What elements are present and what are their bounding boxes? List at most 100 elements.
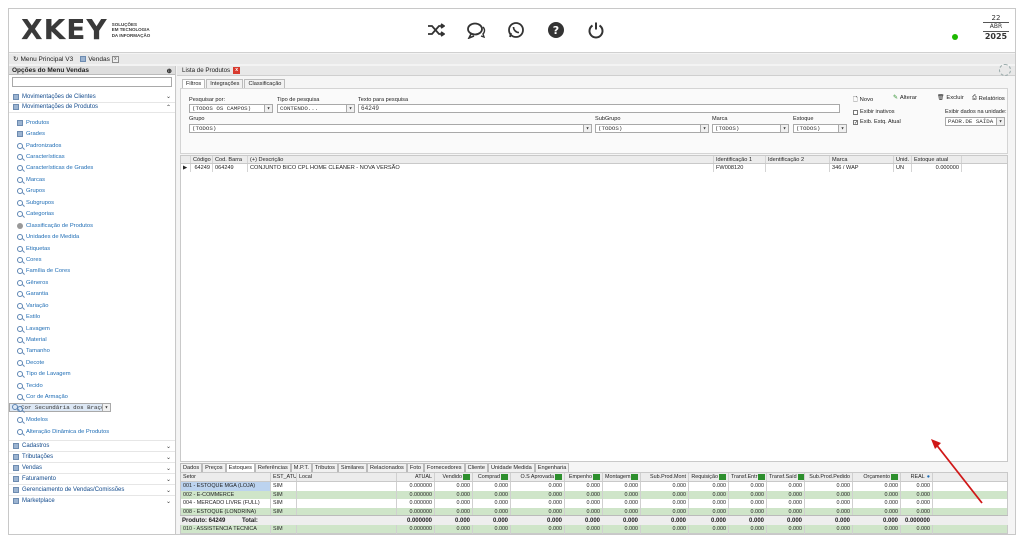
detail-tab[interactable]: Cliente [464, 463, 488, 472]
relatorios-button[interactable]: ⎙ Relatórios [972, 95, 1005, 102]
column-header[interactable]: Empenho [565, 473, 603, 481]
sidebar-item[interactable]: Material [9, 334, 175, 345]
pin-icon[interactable]: ⊕ [167, 67, 172, 75]
exib-estq-atual-checkbox[interactable]: ✓ Exib. Estq. Atual [853, 119, 901, 125]
tab-menu-principal[interactable]: ↻ Menu Principal V3 [11, 55, 75, 64]
sidebar-item[interactable]: Tamanho [9, 346, 175, 357]
detail-tab[interactable]: Referências [254, 463, 291, 472]
column-header[interactable]: Cod. Barra [213, 156, 248, 163]
sidebar-item[interactable]: Produtos [9, 117, 175, 128]
column-header[interactable]: Sub.Prod.Pedido [805, 473, 853, 481]
tab-lista-produtos[interactable]: Lista de Produtos x [177, 66, 1015, 76]
detail-tab[interactable]: Dados [180, 463, 203, 472]
novo-button[interactable]: 🗋 Novo [853, 95, 873, 105]
sidebar-item[interactable]: Garantia [9, 289, 175, 300]
column-header[interactable]: Orçamento [853, 473, 901, 481]
table-row[interactable]: 011 - ESTOQUE CIANORTESIM0.0000000.0000.… [181, 533, 1007, 534]
sidebar-item[interactable]: Categorias [9, 209, 175, 220]
tab-integracoes[interactable]: Integrações [206, 79, 244, 88]
tab-vendas[interactable]: Vendas x [78, 55, 121, 63]
sidebar-item[interactable]: Cor de Armação [9, 392, 175, 403]
table-row[interactable]: 002 - E-COMMERCE SIM 0.000000 0.000 0.000 0.0… [181, 490, 1007, 499]
sidebar-item[interactable]: Estilo [9, 311, 175, 322]
marca-select[interactable]: (TODOS) [712, 124, 789, 133]
tab-classificacao[interactable]: Classificação [244, 79, 286, 88]
column-header[interactable]: Transf.Saíd [767, 473, 805, 481]
help-icon[interactable]: ? [545, 19, 567, 41]
detail-tab[interactable]: Tributos [311, 463, 338, 472]
chat-icon[interactable] [465, 19, 487, 41]
sidebar-item[interactable]: Modelos [9, 414, 175, 425]
unidade-select[interactable]: PADR.DE SAÍDA [945, 117, 1005, 126]
column-header[interactable]: Comprad [473, 473, 511, 481]
column-header[interactable]: ATUAL [397, 473, 435, 481]
sidebar-item[interactable]: Padronizados [9, 140, 175, 151]
close-icon[interactable]: x [111, 55, 119, 63]
detail-tab[interactable]: Unidade Medida [487, 463, 535, 472]
sidebar-section-produtos[interactable]: Movimentações de Produtos ⌃ [9, 103, 175, 113]
table-row[interactable]: 010 - ASSISTENCIA TECNICA SIM 0.000000 0.00… [181, 524, 1007, 533]
column-header[interactable]: Requisição [689, 473, 729, 481]
sidebar-search-input[interactable] [12, 77, 172, 87]
search-text-input[interactable]: 64249 [358, 104, 840, 113]
detail-tab[interactable]: Preços [202, 463, 226, 472]
detail-tab[interactable]: M.P.T. [290, 463, 312, 472]
table-row[interactable]: ▶ 64249 064249 CONJUNTO BICO CPL HOME CLEAN… [181, 164, 1007, 172]
sidebar-item[interactable]: Características [9, 151, 175, 162]
detail-tab[interactable]: Similares [337, 463, 367, 472]
sidebar-item[interactable]: Gêneros [9, 277, 175, 288]
grupo-select[interactable]: (TODOS) [189, 124, 592, 133]
close-tab-icon[interactable]: x [233, 67, 241, 74]
alterar-button[interactable]: ✎ Alterar [893, 95, 917, 101]
column-header[interactable]: Setor [181, 473, 271, 481]
excluir-button[interactable]: 🗑 Excluir [937, 95, 964, 101]
sidebar-item[interactable]: Classificação de Produtos [9, 220, 175, 231]
sidebar-section[interactable]: Cadastros ⌄ [9, 440, 175, 451]
column-header[interactable]: Local [297, 473, 397, 481]
column-header[interactable]: O.S Aprovada [511, 473, 565, 481]
tipo-select[interactable]: CONTENDO... [277, 104, 355, 113]
sidebar-item[interactable]: Lavagem [9, 323, 175, 334]
sidebar-section[interactable]: Vendas ⌄ [9, 462, 175, 473]
sidebar-item[interactable]: Unidades de Medida [9, 231, 175, 242]
sidebar-item[interactable]: Alteração Dinâmica de Produtos [9, 426, 175, 437]
sidebar-item[interactable]: Grupos [9, 186, 175, 197]
shuffle-icon[interactable] [425, 19, 447, 41]
table-row[interactable]: 004 - MERCADO LIVRE (FULL) SIM 0.000000 0.0… [181, 499, 1007, 508]
power-icon[interactable] [585, 19, 607, 41]
sidebar-section[interactable]: Tributações ⌄ [9, 451, 175, 462]
detail-tab[interactable]: Estoques [225, 463, 255, 472]
sidebar-item[interactable]: Subgrupos [9, 197, 175, 208]
sidebar-item[interactable]: Características de Grades [9, 163, 175, 174]
tab-filtros[interactable]: Filtros [182, 79, 206, 88]
detail-tab[interactable]: Engenharia [534, 463, 570, 472]
column-header[interactable]: Unid. [894, 156, 912, 163]
column-header[interactable]: Transf.Entr [729, 473, 767, 481]
detail-tab[interactable]: Fornecedores [424, 463, 465, 472]
column-header[interactable]: Sub.Prod.Mont [641, 473, 689, 481]
detail-tab[interactable]: Relacionados [366, 463, 407, 472]
table-row[interactable]: 001 - ESTOQUE MGA (LOJA) SIM 0.000000 0.000… [181, 482, 1007, 491]
user-icon[interactable] [999, 64, 1011, 76]
column-header[interactable]: Montagem [603, 473, 641, 481]
sidebar-item[interactable]: Variação [9, 300, 175, 311]
sidebar-section[interactable]: Marketplace ⌄ [9, 495, 175, 506]
whatsapp-icon[interactable] [505, 19, 527, 41]
sidebar-item[interactable]: Família de Cores [9, 266, 175, 277]
sidebar-item[interactable]: Grades [9, 128, 175, 139]
column-header[interactable]: Estoque atual [912, 156, 962, 163]
column-header[interactable]: Identificação 2 [766, 156, 830, 163]
sidebar-item[interactable]: Tipo de Lavagem [9, 369, 175, 380]
subgrupo-select[interactable]: (TODOS) [595, 124, 709, 133]
column-header[interactable]: Identificação 1 [714, 156, 766, 163]
pesquisar-select[interactable]: (TODOS OS CAMPOS) [189, 104, 273, 113]
sidebar-section-clientes[interactable]: Movimentações de Clientes ⌄ [9, 92, 175, 103]
sidebar-item[interactable]: Marcas [9, 174, 175, 185]
sidebar-item[interactable]: Tecido [9, 380, 175, 391]
exibir-inativos-checkbox[interactable]: Exibir inativos [853, 109, 895, 115]
column-header[interactable]: Código [191, 156, 213, 163]
estoque-select[interactable]: (TODOS) [793, 124, 847, 133]
sidebar-item[interactable]: Cores [9, 254, 175, 265]
column-header[interactable]: (+) Descrição [248, 156, 714, 163]
column-header[interactable]: Marca [830, 156, 894, 163]
